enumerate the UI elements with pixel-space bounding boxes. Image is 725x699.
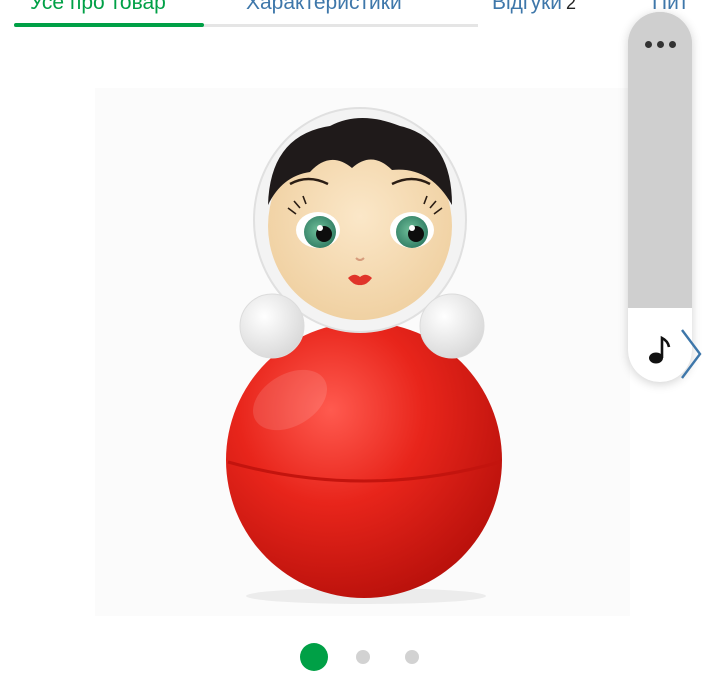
tab-reviews-label: Відгуки (492, 0, 563, 14)
more-options-icon[interactable] (628, 22, 692, 66)
tab-reviews[interactable]: Відгуки 2 (492, 0, 576, 18)
pagination-dot-1-active[interactable] (300, 643, 328, 671)
tab-characteristics[interactable]: Характеристики (246, 0, 402, 18)
pagination-dot-2[interactable] (356, 650, 370, 664)
product-gallery[interactable] (0, 32, 725, 632)
active-tab-indicator (14, 23, 204, 27)
product-tabs: Усе про товар Характеристики Відгуки 2 Пи… (0, 0, 725, 32)
next-slide-chevron-icon[interactable] (676, 326, 706, 382)
tab-all-about-product[interactable]: Усе про товар (30, 0, 166, 18)
roly-poly-doll-image (226, 107, 502, 604)
pagination-dot-3[interactable] (405, 650, 419, 664)
reviews-count-badge: 2 (566, 0, 577, 13)
gallery-pagination (0, 643, 725, 671)
